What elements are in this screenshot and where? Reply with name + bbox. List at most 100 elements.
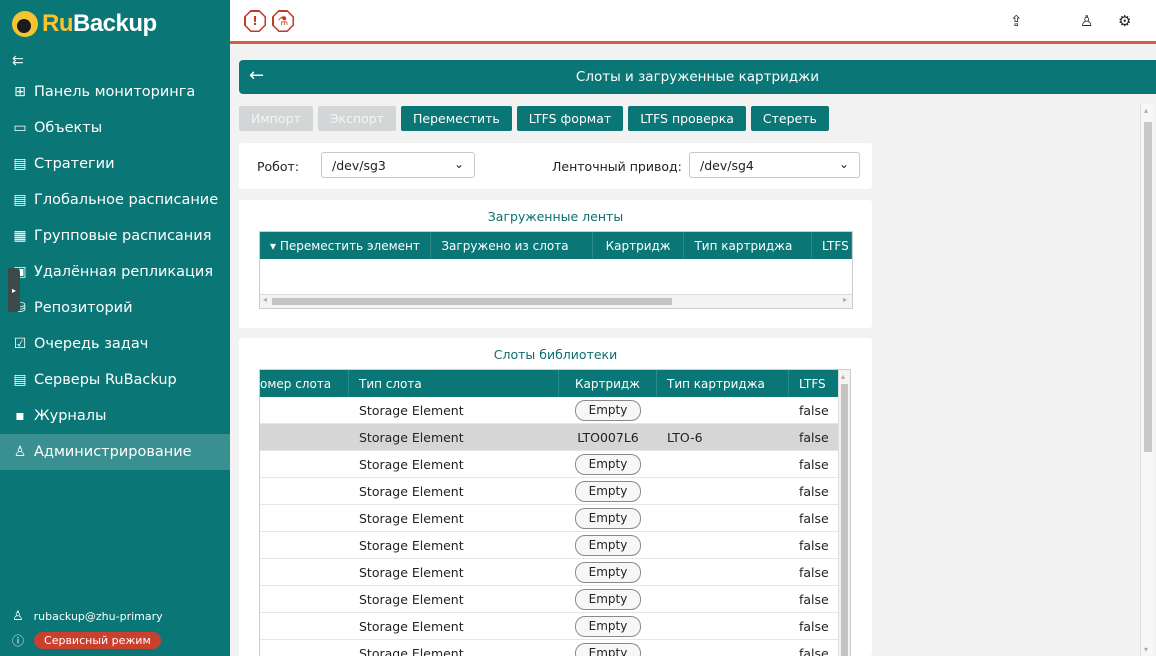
column-header[interactable]: LTFS bbox=[812, 232, 852, 259]
sidebar-item-rubackup-servers[interactable]: ▤ Серверы RuBackup bbox=[0, 362, 230, 398]
library-slots-title: Слоты библиотеки bbox=[493, 347, 618, 362]
sidebar-item-journals[interactable]: ▪ Журналы bbox=[0, 398, 230, 434]
cartridge-cell: Empty bbox=[559, 480, 657, 502]
sidebar-item-monitoring[interactable]: ⊞ Панель мониторинга bbox=[0, 74, 230, 110]
upload-icon[interactable]: ⇪ bbox=[1010, 12, 1023, 30]
sidebar-item-label: Серверы RuBackup bbox=[34, 372, 177, 388]
table-row[interactable]: Storage Element LTO007L6 LTO-6 false bbox=[260, 424, 850, 451]
table-row[interactable]: Storage Element Empty false bbox=[260, 397, 850, 424]
export-button[interactable]: Экспорт bbox=[317, 106, 397, 131]
scroll-up-icon[interactable]: ▴ bbox=[841, 372, 845, 381]
drive-value: /dev/sg4 bbox=[700, 158, 754, 173]
column-header[interactable]: Загружено из слота bbox=[431, 232, 593, 259]
ltfs-cell: false bbox=[799, 618, 829, 634]
table-row[interactable]: Storage Element Empty false bbox=[260, 451, 850, 478]
move-button[interactable]: Переместить bbox=[401, 106, 512, 131]
import-button[interactable]: Импорт bbox=[239, 106, 313, 131]
sidebar-item-objects[interactable]: ▭ Объекты bbox=[0, 110, 230, 146]
column-header[interactable]: Картридж bbox=[593, 232, 685, 259]
empty-cartridge-badge: Empty bbox=[575, 642, 641, 656]
alert-icon[interactable]: ! bbox=[244, 10, 266, 32]
page-scrollbar[interactable]: ▴ ▾ bbox=[1140, 104, 1154, 656]
slot-type-cell: Storage Element bbox=[359, 510, 464, 526]
logo[interactable]: RuBackup bbox=[0, 0, 230, 48]
service-mode[interactable]: ⓘ Сервисный режим bbox=[12, 632, 161, 649]
cartridge-cell: Empty bbox=[559, 615, 657, 637]
slot-type-cell: Storage Element bbox=[359, 564, 464, 580]
scroll-thumb[interactable] bbox=[1144, 122, 1152, 452]
column-header[interactable]: Тип картриджа bbox=[684, 232, 813, 259]
scroll-up-icon[interactable]: ▴ bbox=[1144, 106, 1148, 115]
horizontal-scrollbar[interactable]: ◂ ▸ bbox=[260, 294, 852, 308]
column-header[interactable]: LTFS bbox=[789, 370, 839, 397]
table-row[interactable]: Storage Element Empty false bbox=[260, 559, 850, 586]
library-slots-table: омер слота Тип слота Картридж Тип картриджа… bbox=[259, 369, 851, 656]
empty-cartridge-badge: Empty bbox=[575, 561, 641, 583]
sidebar-item-group-schedules[interactable]: ▦ Групповые расписания bbox=[0, 218, 230, 254]
robot-label: Робот: bbox=[257, 159, 300, 174]
robot-panel: Робот: /dev/sg3 ⌄ Ленточный привод: /dev… bbox=[239, 143, 872, 189]
table-row[interactable]: Storage Element Empty false bbox=[260, 532, 850, 559]
settings-icon[interactable]: ⚙ bbox=[1118, 12, 1131, 30]
flask-icon[interactable]: ⚗ bbox=[272, 10, 294, 32]
sidebar-item-strategies[interactable]: ▤ Стратегии bbox=[0, 146, 230, 182]
sidebar-item-task-queue[interactable]: ☑ Очередь задач bbox=[0, 326, 230, 362]
slot-type-cell: Storage Element bbox=[359, 483, 464, 499]
column-header[interactable]: ▾ Переместить элемент bbox=[260, 232, 432, 259]
topbar: ! ⚗ ⇪ ♙ ⚙ bbox=[230, 0, 1156, 44]
erase-button[interactable]: Стереть bbox=[750, 106, 829, 131]
ltfs-cell: false bbox=[799, 591, 829, 607]
robot-select[interactable]: /dev/sg3 ⌄ bbox=[321, 152, 475, 178]
info-icon: ⓘ bbox=[12, 634, 25, 648]
scroll-thumb[interactable] bbox=[272, 298, 672, 305]
table-row[interactable]: Storage Element Empty false bbox=[260, 640, 850, 656]
ltfs-check-button[interactable]: LTFS проверка bbox=[628, 106, 746, 131]
scroll-left-icon[interactable]: ◂ bbox=[263, 295, 267, 304]
service-mode-badge[interactable]: Сервисный режим bbox=[34, 632, 161, 649]
sidebar-handle[interactable]: ▸ bbox=[8, 268, 20, 312]
cartridge-cell: Empty bbox=[559, 399, 657, 421]
loaded-tapes-title: Загруженные ленты bbox=[487, 209, 624, 224]
column-header[interactable]: Картридж bbox=[559, 370, 657, 397]
sidebar-item-global-schedule[interactable]: ▤ Глобальное расписание bbox=[0, 182, 230, 218]
sidebar-item-label: Удалённая репликация bbox=[34, 264, 214, 280]
current-user[interactable]: ♙ rubackup@zhu-primary bbox=[12, 609, 163, 624]
column-header[interactable]: омер слота bbox=[260, 370, 349, 397]
cartridge-type-cell: LTO-6 bbox=[667, 429, 703, 445]
monitoring-icon: ⊞ bbox=[14, 84, 26, 100]
drive-select[interactable]: /dev/sg4 ⌄ bbox=[689, 152, 860, 178]
column-header[interactable]: Тип слота bbox=[349, 370, 559, 397]
scroll-right-icon[interactable]: ▸ bbox=[843, 295, 847, 304]
drive-label: Ленточный привод: bbox=[552, 159, 682, 174]
column-header[interactable]: Тип картриджа bbox=[657, 370, 789, 397]
sidebar-item-label: Администрирование bbox=[34, 444, 192, 460]
slot-type-cell: Storage Element bbox=[359, 456, 464, 472]
task-queue-icon: ☑ bbox=[13, 336, 27, 352]
cartridge-cell: Empty bbox=[559, 642, 657, 656]
ltfs-format-button[interactable]: LTFS формат bbox=[516, 106, 624, 131]
sidebar-item-repository[interactable]: ⛁Репозиторий bbox=[0, 290, 230, 326]
sidebar-item-remote-replication[interactable]: ▣Удалённая репликация bbox=[0, 254, 230, 290]
slot-type-cell: Storage Element bbox=[359, 618, 464, 634]
slot-type-cell: Storage Element bbox=[359, 402, 464, 418]
ltfs-cell: false bbox=[799, 510, 829, 526]
scroll-down-icon[interactable]: ▾ bbox=[1144, 645, 1148, 654]
cartridge-cell: Empty bbox=[559, 507, 657, 529]
ltfs-cell: false bbox=[799, 537, 829, 553]
table-row[interactable]: Storage Element Empty false bbox=[260, 586, 850, 613]
journals-icon: ▪ bbox=[15, 408, 25, 424]
vertical-scrollbar[interactable]: ▴ bbox=[838, 370, 850, 656]
group-schedules-icon: ▦ bbox=[13, 228, 27, 244]
brand-part2: Backup bbox=[73, 10, 157, 37]
slot-type-cell: Storage Element bbox=[359, 591, 464, 607]
user-icon[interactable]: ♙ bbox=[1080, 12, 1093, 30]
scroll-thumb[interactable] bbox=[841, 384, 848, 656]
collapse-sidebar-icon[interactable]: ⇇ bbox=[0, 48, 230, 74]
table-row[interactable]: Storage Element Empty false bbox=[260, 478, 850, 505]
sidebar-item-administration[interactable]: ♙ Администрирование bbox=[0, 434, 230, 470]
table-row[interactable]: Storage Element Empty false bbox=[260, 505, 850, 532]
brand-part1: Ru bbox=[42, 10, 74, 37]
cartridge-cell: Empty bbox=[559, 453, 657, 475]
toucan-logo-icon bbox=[12, 11, 38, 37]
table-row[interactable]: Storage Element Empty false bbox=[260, 613, 850, 640]
